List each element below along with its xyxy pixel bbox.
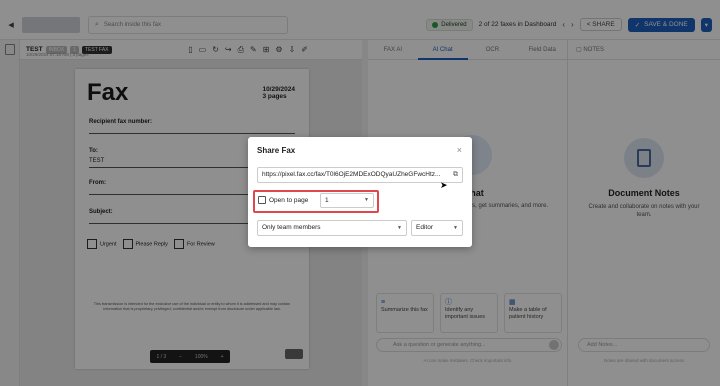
share-fax-modal: Share Fax × https://pixel.fax.cc/fax/T0l… [248, 137, 472, 247]
chevron-down-icon: ▼ [397, 225, 402, 231]
chevron-down-icon: ▼ [453, 225, 458, 231]
mouse-cursor-icon: ➤ [440, 180, 448, 190]
app-root: ◂ ⌕ Search inside this fax Delivered 2 of… [0, 0, 720, 386]
chevron-down-icon: ▼ [364, 197, 369, 203]
open-to-page-checkbox[interactable]: Open to page [258, 196, 308, 204]
modal-title: Share Fax [257, 146, 296, 155]
share-url-field[interactable]: https://pixel.fax.cc/fax/T0l6OjE2MDExODQ… [257, 167, 463, 183]
access-select[interactable]: Only team members ▼ [257, 220, 407, 236]
checkbox-icon[interactable] [258, 196, 266, 204]
page-select[interactable]: 1 ▼ [320, 193, 374, 208]
copy-icon[interactable]: ⧉ [453, 168, 458, 182]
close-icon[interactable]: × [457, 145, 462, 155]
role-select[interactable]: Editor ▼ [411, 220, 463, 236]
